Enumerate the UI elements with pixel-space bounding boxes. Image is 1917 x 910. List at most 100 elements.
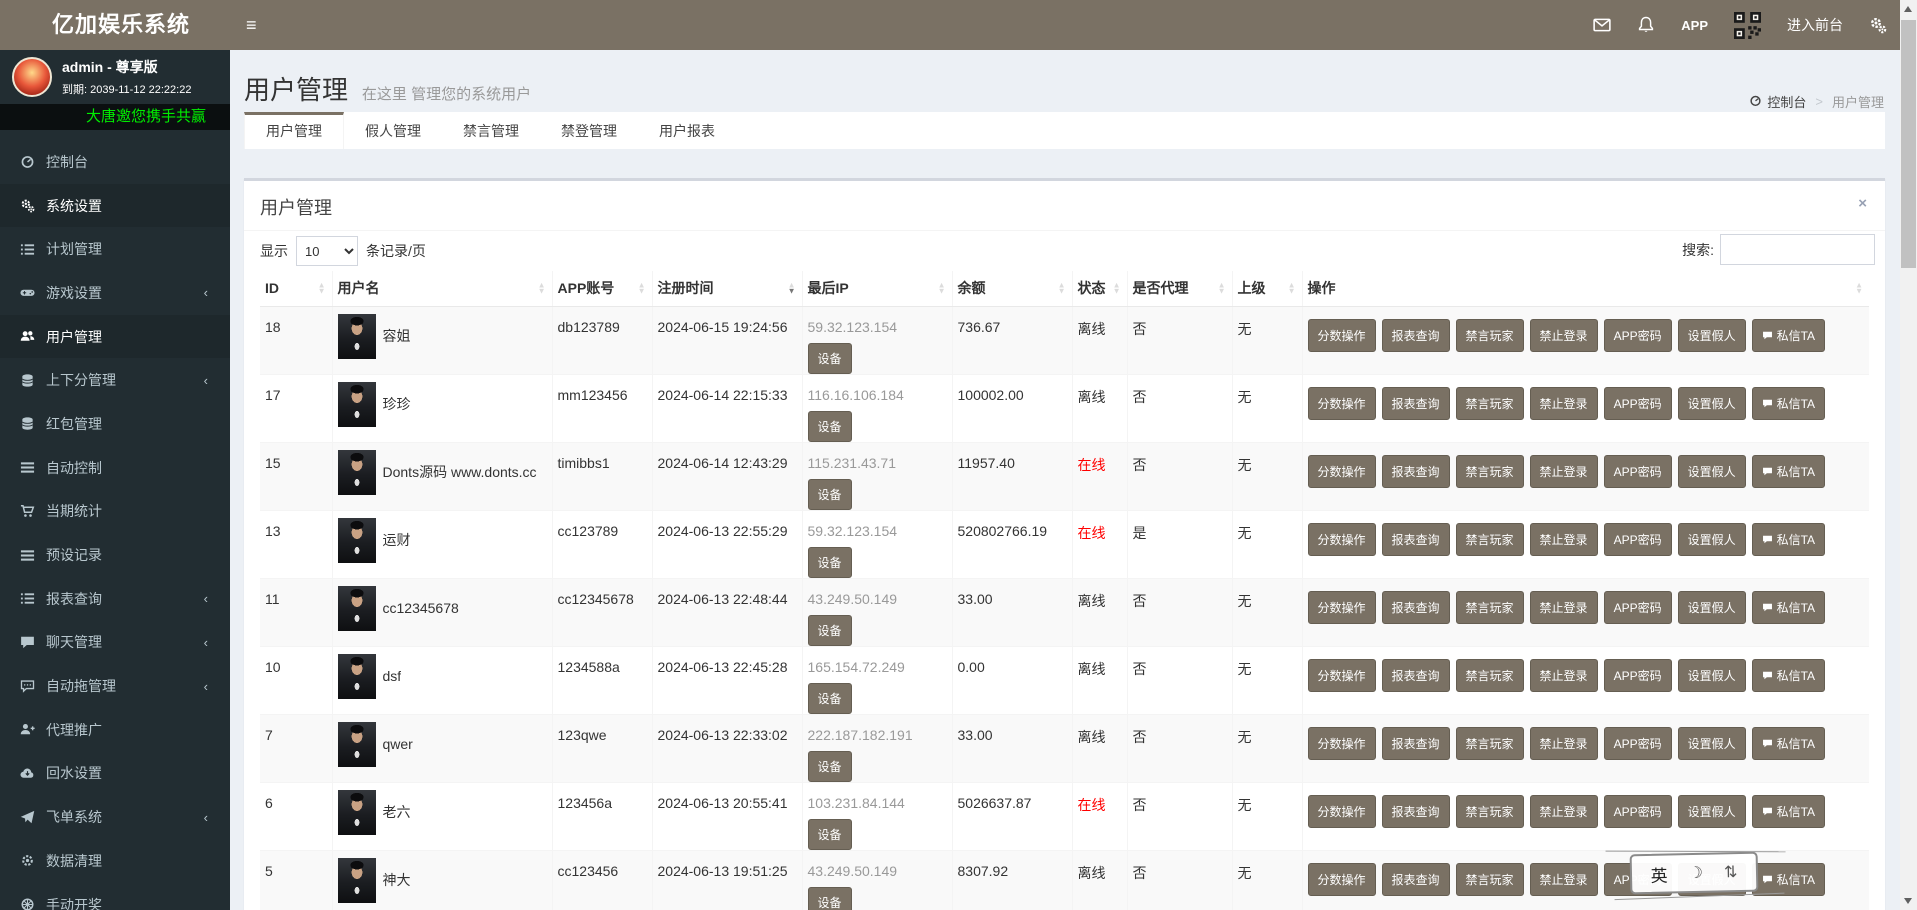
- sidebar-item-plan-management[interactable]: 计划管理: [0, 227, 230, 271]
- report-query-button[interactable]: 报表查询: [1382, 591, 1450, 624]
- tab-ban-login-management[interactable]: 禁登管理: [540, 112, 638, 149]
- mute-player-button[interactable]: 禁言玩家: [1456, 659, 1524, 692]
- private-message-button[interactable]: 私信TA: [1752, 387, 1825, 420]
- sidebar-item-points-management[interactable]: 上下分管理‹: [0, 358, 230, 402]
- tab-user-management[interactable]: 用户管理: [244, 112, 344, 149]
- report-query-button[interactable]: 报表查询: [1382, 659, 1450, 692]
- tab-user-report[interactable]: 用户报表: [638, 112, 736, 149]
- column-header-status[interactable]: 状态▲▼: [1072, 271, 1127, 306]
- report-query-button[interactable]: 报表查询: [1382, 455, 1450, 488]
- scrollbar-thumb[interactable]: [1901, 20, 1916, 268]
- private-message-button[interactable]: 私信TA: [1752, 863, 1825, 896]
- search-input[interactable]: [1720, 234, 1875, 265]
- score-action-button[interactable]: 分数操作: [1308, 387, 1376, 420]
- score-action-button[interactable]: 分数操作: [1308, 455, 1376, 488]
- mute-player-button[interactable]: 禁言玩家: [1456, 591, 1524, 624]
- ime-lang-indicator[interactable]: 英: [1650, 861, 1668, 886]
- ban-login-button[interactable]: 禁止登录: [1530, 727, 1598, 760]
- scroll-down-arrow-icon[interactable]: [1904, 898, 1912, 904]
- column-header-is-agent[interactable]: 是否代理▲▼: [1127, 271, 1232, 306]
- ban-login-button[interactable]: 禁止登录: [1530, 455, 1598, 488]
- close-icon[interactable]: ×: [1858, 196, 1867, 211]
- score-action-button[interactable]: 分数操作: [1308, 863, 1376, 896]
- device-button[interactable]: 设备: [808, 479, 852, 510]
- vertical-scrollbar[interactable]: [1900, 0, 1917, 910]
- report-query-button[interactable]: 报表查询: [1382, 863, 1450, 896]
- app-password-button[interactable]: APP密码: [1604, 523, 1672, 556]
- breadcrumb-home-link[interactable]: 控制台: [1749, 92, 1806, 111]
- device-button[interactable]: 设备: [808, 343, 852, 374]
- ime-toggle-icon[interactable]: ⇅: [1724, 862, 1738, 882]
- sidebar-item-manual-draw[interactable]: 手动开奖: [0, 883, 230, 910]
- sidebar-item-game-settings[interactable]: 游戏设置‹: [0, 271, 230, 315]
- ban-login-button[interactable]: 禁止登录: [1530, 387, 1598, 420]
- private-message-button[interactable]: 私信TA: [1752, 727, 1825, 760]
- mute-player-button[interactable]: 禁言玩家: [1456, 455, 1524, 488]
- report-query-button[interactable]: 报表查询: [1382, 727, 1450, 760]
- set-fake-user-button[interactable]: 设置假人: [1678, 319, 1746, 352]
- sidebar-item-agent-promotion[interactable]: 代理推广: [0, 708, 230, 752]
- device-button[interactable]: 设备: [808, 615, 852, 646]
- app-password-button[interactable]: APP密码: [1604, 727, 1672, 760]
- sidebar-item-data-cleanup[interactable]: 数据清理: [0, 839, 230, 883]
- score-action-button[interactable]: 分数操作: [1308, 319, 1376, 352]
- column-header-username[interactable]: 用户名▲▼: [332, 271, 552, 306]
- report-query-button[interactable]: 报表查询: [1382, 319, 1450, 352]
- private-message-button[interactable]: 私信TA: [1752, 591, 1825, 624]
- sidebar-item-redpacket-management[interactable]: 红包管理: [0, 402, 230, 446]
- set-fake-user-button[interactable]: 设置假人: [1678, 455, 1746, 488]
- tab-fake-user-management[interactable]: 假人管理: [344, 112, 442, 149]
- private-message-button[interactable]: 私信TA: [1752, 659, 1825, 692]
- mute-player-button[interactable]: 禁言玩家: [1456, 319, 1524, 352]
- enter-frontend-link[interactable]: 进入前台: [1787, 15, 1843, 35]
- private-message-button[interactable]: 私信TA: [1752, 523, 1825, 556]
- app-password-button[interactable]: APP密码: [1604, 591, 1672, 624]
- app-password-button[interactable]: APP密码: [1604, 659, 1672, 692]
- score-action-button[interactable]: 分数操作: [1308, 795, 1376, 828]
- mail-icon[interactable]: [1593, 16, 1611, 34]
- sidebar-item-auto-control[interactable]: 自动控制: [0, 446, 230, 490]
- app-password-button[interactable]: APP密码: [1604, 387, 1672, 420]
- ban-login-button[interactable]: 禁止登录: [1530, 591, 1598, 624]
- device-button[interactable]: 设备: [808, 751, 852, 782]
- sidebar-item-auto-bot-management[interactable]: 自动拖管理‹: [0, 664, 230, 708]
- column-header-app-account[interactable]: APP账号▲▼: [552, 271, 652, 306]
- score-action-button[interactable]: 分数操作: [1308, 523, 1376, 556]
- set-fake-user-button[interactable]: 设置假人: [1678, 727, 1746, 760]
- tab-mute-management[interactable]: 禁言管理: [442, 112, 540, 149]
- app-password-button[interactable]: APP密码: [1604, 319, 1672, 352]
- device-button[interactable]: 设备: [808, 887, 852, 910]
- sidebar-item-current-stats[interactable]: 当期统计: [0, 490, 230, 534]
- report-query-button[interactable]: 报表查询: [1382, 387, 1450, 420]
- set-fake-user-button[interactable]: 设置假人: [1678, 591, 1746, 624]
- device-button[interactable]: 设备: [808, 547, 852, 578]
- sidebar-item-system-settings[interactable]: 系统设置: [0, 184, 230, 228]
- sidebar-item-dashboard[interactable]: 控制台: [0, 140, 230, 184]
- mute-player-button[interactable]: 禁言玩家: [1456, 863, 1524, 896]
- set-fake-user-button[interactable]: 设置假人: [1678, 659, 1746, 692]
- column-header-parent[interactable]: 上级▲▼: [1232, 271, 1302, 306]
- private-message-button[interactable]: 私信TA: [1752, 319, 1825, 352]
- sidebar-item-chat-management[interactable]: 聊天管理‹: [0, 621, 230, 665]
- app-password-button[interactable]: APP密码: [1604, 795, 1672, 828]
- score-action-button[interactable]: 分数操作: [1308, 591, 1376, 624]
- gears-icon[interactable]: [1869, 16, 1887, 34]
- set-fake-user-button[interactable]: 设置假人: [1678, 387, 1746, 420]
- private-message-button[interactable]: 私信TA: [1752, 455, 1825, 488]
- report-query-button[interactable]: 报表查询: [1382, 795, 1450, 828]
- qr-code-icon[interactable]: [1734, 12, 1761, 39]
- mute-player-button[interactable]: 禁言玩家: [1456, 523, 1524, 556]
- mute-player-button[interactable]: 禁言玩家: [1456, 727, 1524, 760]
- sidebar-toggle-icon[interactable]: ≡: [246, 0, 257, 50]
- mute-player-button[interactable]: 禁言玩家: [1456, 387, 1524, 420]
- sidebar-item-rebate-settings[interactable]: 回水设置: [0, 752, 230, 796]
- sidebar-item-user-management[interactable]: 用户管理: [0, 315, 230, 359]
- sidebar-item-flying-order-system[interactable]: 飞单系统‹: [0, 795, 230, 839]
- ban-login-button[interactable]: 禁止登录: [1530, 659, 1598, 692]
- device-button[interactable]: 设备: [808, 819, 852, 850]
- column-header-id[interactable]: ID▲▼: [260, 271, 332, 306]
- ban-login-button[interactable]: 禁止登录: [1530, 523, 1598, 556]
- app-link[interactable]: APP: [1681, 18, 1708, 33]
- sidebar-item-preset-records[interactable]: 预设记录: [0, 533, 230, 577]
- set-fake-user-button[interactable]: 设置假人: [1678, 523, 1746, 556]
